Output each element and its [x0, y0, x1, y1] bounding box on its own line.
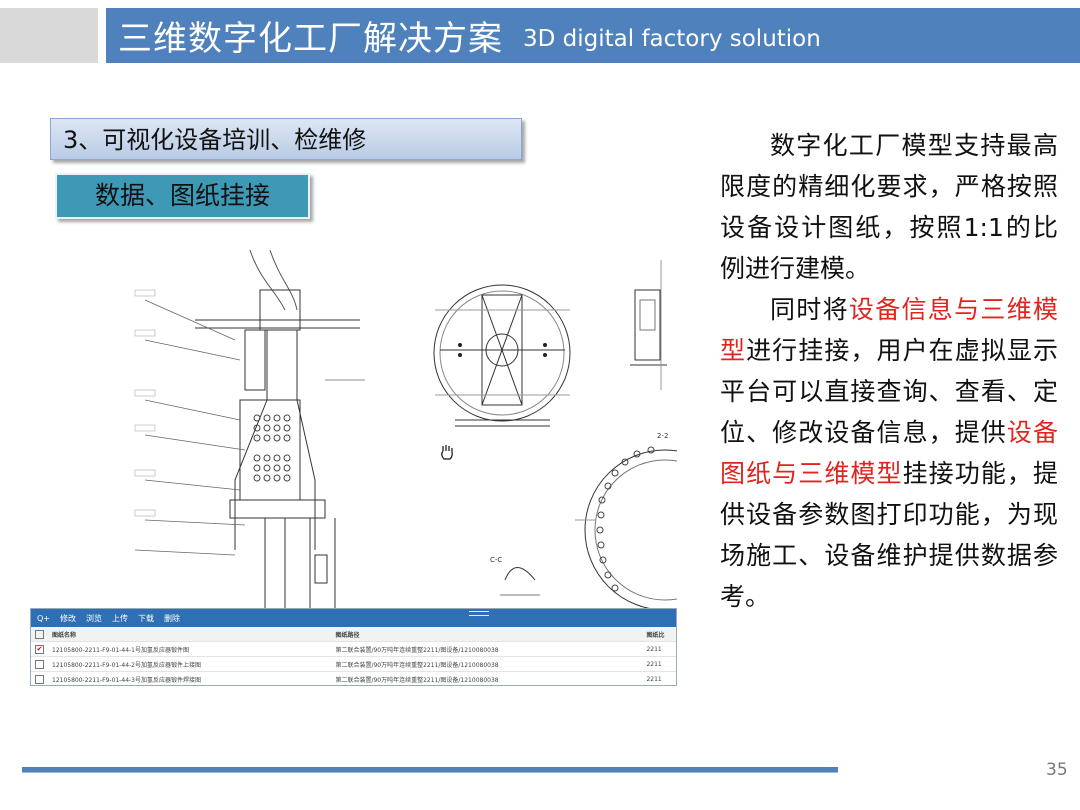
row-drawing-path: 第二联合装置/90万吨年连续重整2211/图设备/1210080038 — [335, 676, 499, 684]
table-toolbar: Q+ 修改 浏览 上传 下载 删除 — [31, 609, 676, 627]
toolbar-search-button[interactable]: Q+ — [37, 614, 50, 623]
row-drawing-name: 12105800-2211-F9-01-44-3号加氢反应器锻件焊接图 — [52, 676, 201, 684]
row-drawing-path: 第二联合装置/90万吨年连续重整2211/图设备/1210080038 — [335, 661, 499, 669]
section-22-label: 2-2 — [657, 432, 668, 440]
toolbar-delete-button[interactable]: 删除 — [164, 613, 180, 624]
row-drawing-name: 12105800-2211-F9-01-44-1号加氢反应器锻件图 — [52, 646, 189, 654]
section-cc-drawing: C-C 2-2 — [490, 432, 668, 596]
para2-text-a: 同时将 — [770, 295, 849, 324]
row-drawing-ratio: 2211 — [646, 675, 662, 683]
description-paragraph-1: 数字化工厂模型支持最高限度的精细化要求，严格按照设备设计图纸，按照1:1的比例进… — [720, 131, 1058, 283]
subheading-box: 数据、图纸挂接 — [55, 173, 310, 219]
row-drawing-path: 第二联合装置/90万吨年连续重整2211/图设备/1210080038 — [335, 646, 499, 654]
detail-drawing — [630, 260, 667, 390]
hand-cursor-icon — [441, 445, 453, 460]
column-header-ratio[interactable]: 图纸比 — [646, 630, 676, 639]
flange-drawing — [575, 446, 677, 610]
description-text: 数字化工厂模型支持最高限度的精细化要求，严格按照设备设计图纸，按照1:1的比例进… — [720, 125, 1058, 617]
panel-resize-grip[interactable] — [469, 611, 489, 616]
page-title-english: 3D digital factory solution — [523, 25, 821, 52]
description-paragraph-2: 同时将设备信息与三维模型进行挂接，用户在虚拟显示平台可以直接查询、查看、定位、修… — [720, 289, 1058, 617]
tower-elevation-drawing — [134, 250, 365, 610]
table-row[interactable]: 12105800-2211-F9-01-44-2号加氢反应器锻件上接图 第二联合… — [31, 657, 676, 672]
page-number: 35 — [1046, 760, 1068, 780]
column-header-path[interactable]: 图纸路径 — [335, 630, 646, 639]
table-header: 图纸名称 图纸路径 图纸比 — [31, 627, 676, 642]
row-drawing-ratio: 2211 — [646, 645, 662, 653]
engineering-drawing: C-C 2-2 — [35, 250, 677, 610]
section-heading: 3、可视化设备培训、检维修 — [50, 118, 522, 160]
table-row[interactable]: 12105800-2211-F9-01-44-3号加氢反应器锻件焊接图 第二联合… — [31, 672, 676, 685]
select-all-checkbox[interactable] — [35, 629, 44, 639]
page-title: 三维数字化工厂解决方案 — [118, 19, 503, 59]
plan-view-drawing — [433, 284, 571, 427]
row-checkbox-checked[interactable]: ✔ — [35, 644, 44, 654]
title-gray-tab — [0, 8, 98, 63]
table-row[interactable]: ✔ 12105800-2211-F9-01-44-1号加氢反应器锻件图 第二联合… — [31, 642, 676, 657]
title-bar: 三维数字化工厂解决方案 3D digital factory solution — [106, 8, 1080, 63]
section-cc-label: C-C — [490, 556, 502, 564]
toolbar-download-button[interactable]: 下载 — [138, 613, 154, 624]
column-header-name[interactable]: 图纸名称 — [52, 630, 335, 639]
toolbar-view-button[interactable]: 浏览 — [86, 613, 102, 624]
drawing-list-panel: Q+ 修改 浏览 上传 下载 删除 图纸名称 图纸路径 图纸比 ✔ 121058… — [30, 608, 677, 686]
row-checkbox[interactable] — [35, 674, 44, 684]
toolbar-upload-button[interactable]: 上传 — [112, 613, 128, 624]
row-checkbox[interactable] — [35, 659, 44, 669]
footer-divider — [22, 767, 838, 773]
row-drawing-name: 12105800-2211-F9-01-44-2号加氢反应器锻件上接图 — [52, 661, 201, 669]
row-drawing-ratio: 2211 — [646, 660, 662, 668]
toolbar-edit-button[interactable]: 修改 — [60, 613, 76, 624]
